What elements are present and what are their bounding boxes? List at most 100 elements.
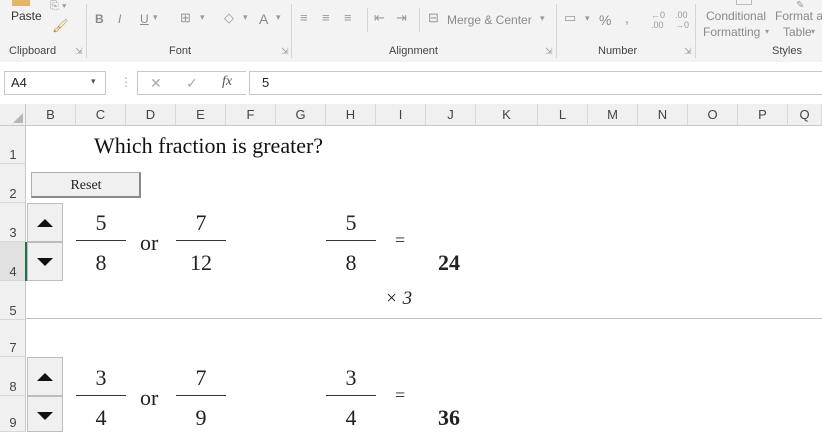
ribbon-separator — [86, 4, 87, 58]
row-header[interactable]: 5 — [0, 281, 26, 320]
column-header[interactable]: E — [176, 104, 226, 126]
spin-up-button[interactable] — [27, 357, 63, 396]
comma-button[interactable]: , — [625, 10, 629, 26]
formula-input[interactable]: 5 — [249, 71, 822, 95]
select-all-corner[interactable] — [0, 104, 26, 126]
row-header[interactable]: 3 — [0, 203, 26, 242]
row-header-label: 7 — [9, 340, 17, 355]
currency-icon[interactable]: ▭ — [564, 10, 576, 26]
align-right-icon[interactable]: ≡ — [344, 10, 352, 25]
equivalent-denominator: 8 — [345, 250, 357, 275]
column-header[interactable]: K — [476, 104, 538, 126]
insert-function-icon[interactable]: fx — [222, 74, 232, 90]
bold-button[interactable]: B — [95, 12, 104, 26]
equivalent-numerator: 5 — [345, 210, 357, 235]
chevron-down-icon[interactable]: ▾ — [276, 12, 281, 23]
conditional-formatting-label-line1[interactable]: Conditional — [706, 9, 766, 23]
format-as-table-label-line2[interactable]: Table — [783, 25, 812, 39]
conditional-formatting-label-line2[interactable]: Formatting — [703, 25, 760, 39]
italic-button[interactable]: I — [118, 12, 121, 26]
dialog-launcher-icon[interactable]: ⇲ — [545, 46, 553, 57]
column-header[interactable]: L — [538, 104, 588, 126]
column-header[interactable]: G — [276, 104, 326, 126]
reset-button[interactable]: Reset — [31, 172, 141, 198]
chevron-down-icon[interactable]: ▾ — [765, 27, 769, 36]
row-header-label: 3 — [9, 225, 17, 240]
dialog-launcher-icon[interactable]: ⇲ — [684, 46, 692, 57]
row-header-label: 5 — [9, 303, 17, 318]
align-center-icon[interactable]: ≡ — [322, 10, 330, 25]
chevron-down-icon[interactable]: ▾ — [91, 76, 96, 87]
fraction-a-numerator: 5 — [95, 210, 107, 235]
name-box-value: A4 — [11, 75, 27, 90]
column-header[interactable]: J — [426, 104, 476, 126]
copy-icon[interactable]: ⎘ ▾ — [50, 0, 66, 13]
row-divider — [26, 318, 822, 319]
column-header[interactable]: D — [126, 104, 176, 126]
row-header[interactable]: 8 — [0, 357, 26, 396]
ribbon-separator — [367, 8, 368, 32]
increase-decimal-icon[interactable]: ←0.00 — [651, 10, 665, 30]
format-painter-icon[interactable]: 🖌 — [52, 18, 69, 34]
result-value: 36 — [438, 405, 460, 430]
paste-icon[interactable] — [12, 0, 30, 6]
row-header[interactable]: 1 — [0, 126, 26, 164]
enter-icon[interactable]: ✓ — [186, 75, 198, 92]
column-header[interactable]: B — [26, 104, 76, 126]
column-header[interactable]: H — [326, 104, 376, 126]
conditional-formatting-icon[interactable] — [736, 0, 752, 5]
column-header[interactable]: P — [738, 104, 788, 126]
row-header[interactable]: 7 — [0, 320, 26, 357]
more-options-icon: ⋮ — [120, 75, 132, 89]
triangle-down-icon — [37, 412, 53, 420]
equivalent-numerator: 3 — [345, 365, 357, 390]
column-header[interactable]: O — [688, 104, 738, 126]
format-as-table-label-line1[interactable]: Format a — [775, 9, 822, 23]
chevron-down-icon[interactable]: ▾ — [811, 27, 815, 36]
triangle-down-icon — [37, 258, 53, 266]
percent-button[interactable]: % — [599, 12, 611, 28]
merge-center-button[interactable]: Merge & Center — [447, 13, 532, 27]
dialog-launcher-icon[interactable]: ⇲ — [75, 46, 83, 57]
formula-bar: A4 ▾ ⋮ ✕ ✓ fx 5 — [0, 62, 822, 104]
result-value: 24 — [438, 250, 460, 275]
spin-up-button[interactable] — [27, 203, 63, 242]
chevron-down-icon[interactable]: ▾ — [243, 12, 248, 23]
font-color-button[interactable]: A — [259, 11, 268, 27]
column-header[interactable]: I — [376, 104, 426, 126]
decrease-indent-icon[interactable]: ⇤ — [374, 10, 385, 26]
chevron-down-icon[interactable]: ▾ — [200, 12, 205, 23]
increase-indent-icon[interactable]: ⇥ — [396, 10, 407, 26]
paste-button[interactable]: Paste — [11, 9, 42, 23]
fraction-b-numerator: 7 — [195, 210, 207, 235]
column-header[interactable]: C — [76, 104, 126, 126]
row-header[interactable]: 9 — [0, 396, 26, 432]
number-group-label: Number — [598, 45, 638, 57]
row-header-label: 8 — [9, 379, 17, 394]
borders-icon[interactable]: ⊞ — [180, 10, 191, 26]
column-header[interactable]: F — [226, 104, 276, 126]
chevron-down-icon[interactable]: ▾ — [585, 13, 590, 24]
cancel-icon[interactable]: ✕ — [150, 75, 162, 92]
dialog-launcher-icon[interactable]: ⇲ — [281, 46, 289, 57]
active-row-indicator — [25, 242, 27, 281]
fraction-b-denominator: 9 — [195, 405, 207, 430]
fraction-a-denominator: 4 — [95, 405, 107, 430]
row-header-label: 9 — [9, 415, 17, 430]
fill-color-icon[interactable]: ◇ — [224, 10, 234, 26]
spin-down-button[interactable] — [27, 396, 63, 432]
align-left-icon[interactable]: ≡ — [300, 10, 308, 25]
ribbon-separator — [556, 4, 557, 58]
chevron-down-icon[interactable]: ▾ — [540, 13, 545, 24]
row-header[interactable]: 2 — [0, 164, 26, 203]
column-header[interactable]: Q — [788, 104, 822, 126]
name-box[interactable]: A4 ▾ — [4, 71, 106, 95]
underline-button[interactable]: U — [140, 12, 149, 26]
row-header[interactable]: 4 — [0, 242, 26, 281]
chevron-down-icon[interactable]: ▾ — [153, 12, 158, 23]
column-header[interactable]: M — [588, 104, 638, 126]
merge-icon[interactable]: ⊟ — [428, 10, 439, 26]
column-header[interactable]: N — [638, 104, 688, 126]
spin-down-button[interactable] — [27, 242, 63, 281]
decrease-decimal-icon[interactable]: .00 →0 — [675, 10, 689, 30]
